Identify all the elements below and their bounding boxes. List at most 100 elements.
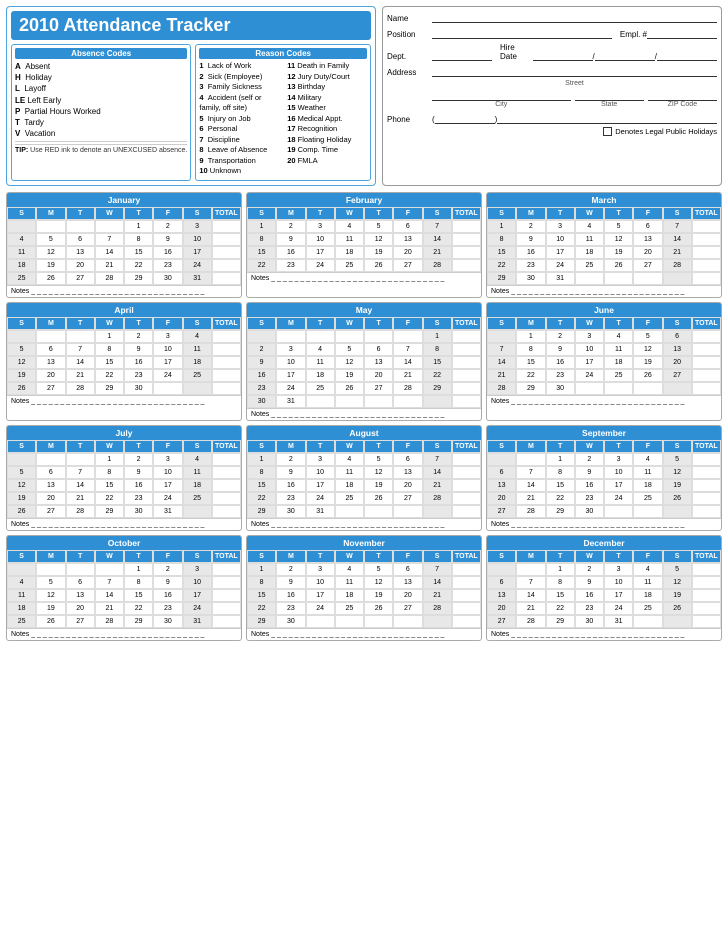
day-cell[interactable]: 6 bbox=[364, 343, 393, 356]
week-total-cell[interactable] bbox=[452, 453, 481, 466]
week-total-cell[interactable] bbox=[212, 272, 241, 285]
week-total-cell[interactable] bbox=[212, 220, 241, 233]
day-cell[interactable]: 18 bbox=[604, 356, 633, 369]
day-cell[interactable]: 31 bbox=[604, 615, 633, 628]
day-cell[interactable]: 28 bbox=[95, 272, 124, 285]
day-cell[interactable]: 6 bbox=[487, 466, 516, 479]
day-cell[interactable]: 16 bbox=[124, 356, 153, 369]
day-cell[interactable]: 6 bbox=[36, 343, 65, 356]
day-cell[interactable]: 15 bbox=[546, 589, 575, 602]
day-cell[interactable]: 11 bbox=[335, 233, 364, 246]
day-cell[interactable]: 26 bbox=[7, 382, 36, 395]
day-cell[interactable]: 6 bbox=[66, 576, 95, 589]
day-cell[interactable]: 7 bbox=[95, 576, 124, 589]
day-cell[interactable]: 15 bbox=[247, 479, 276, 492]
day-cell[interactable]: 20 bbox=[663, 356, 692, 369]
day-cell[interactable]: 10 bbox=[306, 466, 335, 479]
week-total-cell[interactable] bbox=[692, 272, 721, 285]
position-field[interactable] bbox=[432, 27, 612, 39]
day-cell[interactable]: 30 bbox=[124, 382, 153, 395]
day-cell[interactable]: 5 bbox=[633, 330, 662, 343]
day-cell[interactable]: 27 bbox=[66, 272, 95, 285]
day-cell[interactable]: 1 bbox=[95, 453, 124, 466]
day-cell[interactable]: 30 bbox=[276, 505, 305, 518]
week-total-cell[interactable] bbox=[212, 615, 241, 628]
week-total-cell[interactable] bbox=[452, 220, 481, 233]
day-cell[interactable]: 25 bbox=[633, 492, 662, 505]
day-cell[interactable]: 28 bbox=[423, 492, 452, 505]
day-cell[interactable]: 3 bbox=[575, 330, 604, 343]
day-cell[interactable]: 22 bbox=[546, 602, 575, 615]
day-cell[interactable]: 22 bbox=[487, 259, 516, 272]
day-cell[interactable]: 9 bbox=[276, 466, 305, 479]
day-cell[interactable]: 19 bbox=[335, 369, 364, 382]
day-cell[interactable]: 21 bbox=[516, 492, 545, 505]
day-cell[interactable]: 7 bbox=[66, 343, 95, 356]
day-cell[interactable]: 2 bbox=[546, 330, 575, 343]
address-field[interactable] bbox=[432, 65, 717, 77]
day-cell[interactable]: 3 bbox=[306, 563, 335, 576]
day-cell[interactable]: 13 bbox=[364, 356, 393, 369]
day-cell[interactable]: 17 bbox=[306, 246, 335, 259]
day-cell[interactable]: 24 bbox=[306, 492, 335, 505]
day-cell[interactable]: 24 bbox=[153, 369, 182, 382]
day-cell[interactable]: 25 bbox=[7, 615, 36, 628]
day-cell[interactable]: 28 bbox=[393, 382, 422, 395]
day-cell[interactable]: 22 bbox=[124, 602, 153, 615]
day-cell[interactable]: 27 bbox=[393, 492, 422, 505]
week-total-cell[interactable] bbox=[692, 466, 721, 479]
day-cell[interactable]: 11 bbox=[604, 343, 633, 356]
week-total-cell[interactable] bbox=[212, 492, 241, 505]
week-total-cell[interactable] bbox=[692, 563, 721, 576]
week-total-cell[interactable] bbox=[692, 576, 721, 589]
week-total-cell[interactable] bbox=[452, 615, 481, 628]
day-cell[interactable]: 6 bbox=[36, 466, 65, 479]
day-cell[interactable]: 3 bbox=[153, 330, 182, 343]
day-cell[interactable]: 8 bbox=[124, 576, 153, 589]
day-cell[interactable]: 18 bbox=[183, 356, 212, 369]
day-cell[interactable]: 1 bbox=[247, 453, 276, 466]
day-cell[interactable]: 18 bbox=[575, 246, 604, 259]
day-cell[interactable]: 2 bbox=[276, 220, 305, 233]
day-cell[interactable]: 22 bbox=[546, 492, 575, 505]
day-cell[interactable]: 16 bbox=[276, 246, 305, 259]
week-total-cell[interactable] bbox=[452, 563, 481, 576]
day-cell[interactable]: 24 bbox=[276, 382, 305, 395]
day-cell[interactable]: 23 bbox=[124, 369, 153, 382]
day-cell[interactable]: 18 bbox=[183, 479, 212, 492]
day-cell[interactable]: 20 bbox=[633, 246, 662, 259]
week-total-cell[interactable] bbox=[452, 576, 481, 589]
day-cell[interactable]: 28 bbox=[663, 259, 692, 272]
day-cell[interactable]: 15 bbox=[124, 589, 153, 602]
day-cell[interactable]: 22 bbox=[247, 492, 276, 505]
phone-area[interactable] bbox=[435, 112, 495, 124]
day-cell[interactable]: 12 bbox=[663, 466, 692, 479]
day-cell[interactable]: 14 bbox=[66, 356, 95, 369]
day-cell[interactable]: 12 bbox=[335, 356, 364, 369]
week-total-cell[interactable] bbox=[692, 369, 721, 382]
day-cell[interactable]: 19 bbox=[633, 356, 662, 369]
day-cell[interactable]: 23 bbox=[546, 369, 575, 382]
day-cell[interactable]: 15 bbox=[124, 246, 153, 259]
day-cell[interactable]: 14 bbox=[663, 233, 692, 246]
week-total-cell[interactable] bbox=[692, 505, 721, 518]
day-cell[interactable]: 11 bbox=[7, 589, 36, 602]
week-total-cell[interactable] bbox=[452, 369, 481, 382]
day-cell[interactable]: 16 bbox=[153, 589, 182, 602]
day-cell[interactable]: 4 bbox=[633, 453, 662, 466]
day-cell[interactable]: 5 bbox=[663, 563, 692, 576]
day-cell[interactable]: 27 bbox=[36, 382, 65, 395]
day-cell[interactable]: 14 bbox=[516, 479, 545, 492]
day-cell[interactable]: 8 bbox=[546, 576, 575, 589]
day-cell[interactable]: 28 bbox=[66, 505, 95, 518]
day-cell[interactable]: 10 bbox=[546, 233, 575, 246]
day-cell[interactable]: 14 bbox=[516, 589, 545, 602]
day-cell[interactable]: 12 bbox=[364, 233, 393, 246]
day-cell[interactable]: 17 bbox=[153, 479, 182, 492]
day-cell[interactable]: 11 bbox=[335, 576, 364, 589]
day-cell[interactable]: 4 bbox=[183, 330, 212, 343]
day-cell[interactable]: 18 bbox=[335, 479, 364, 492]
day-cell[interactable]: 10 bbox=[306, 576, 335, 589]
day-cell[interactable]: 25 bbox=[575, 259, 604, 272]
day-cell[interactable]: 29 bbox=[95, 505, 124, 518]
